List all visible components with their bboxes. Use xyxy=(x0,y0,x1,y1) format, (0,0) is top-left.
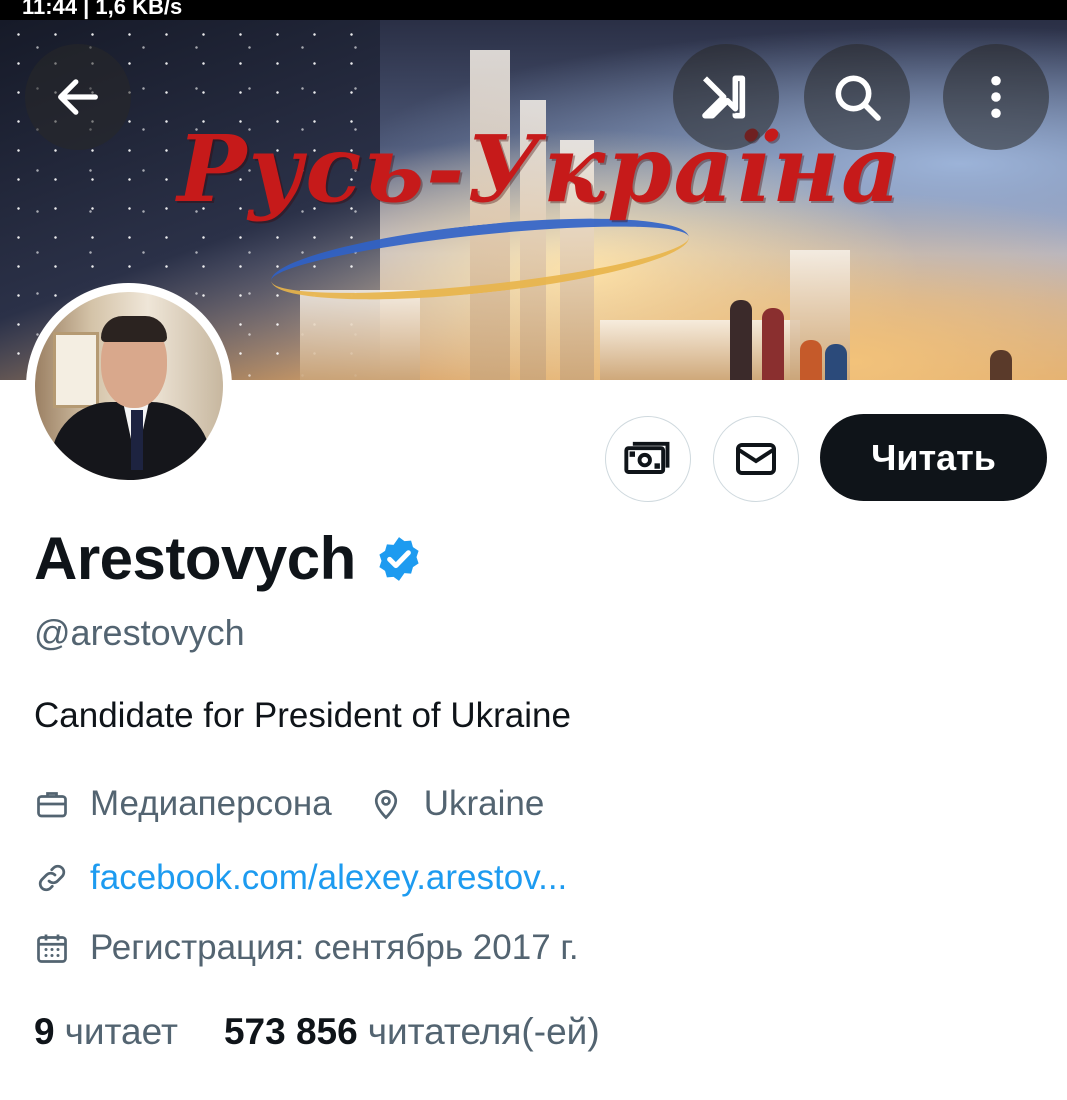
status-bar: 11:44 | 1,6 KB/s xyxy=(0,0,1067,20)
followers-link[interactable]: 573 856 читателя(-ей) xyxy=(224,1011,600,1053)
arrow-left-icon xyxy=(58,79,98,115)
avatar-photo xyxy=(35,292,223,480)
following-count: 9 xyxy=(34,1011,55,1052)
search-button[interactable] xyxy=(804,44,910,150)
followers-label: читателя(-ей) xyxy=(367,1011,600,1052)
more-vertical-icon xyxy=(991,75,1001,119)
category-label: Медиаперсона xyxy=(90,784,332,823)
status-bar-text: 11:44 | 1,6 KB/s xyxy=(22,0,183,19)
link-icon xyxy=(34,860,70,896)
subscribe-button[interactable] xyxy=(605,416,691,502)
briefcase-icon xyxy=(34,786,70,822)
name-row: Arestovych xyxy=(34,524,424,593)
website-row: facebook.com/alexey.arestov... xyxy=(34,858,567,898)
follow-counts: 9 читает 573 856 читателя(-ей) xyxy=(34,1011,600,1053)
following-label: читает xyxy=(64,1011,178,1052)
following-link[interactable]: 9 читает xyxy=(34,1011,178,1053)
joined-label: Регистрация: сентябрь 2017 г. xyxy=(90,928,579,967)
bio: Candidate for President of Ukraine xyxy=(34,696,571,735)
envelope-icon xyxy=(736,443,776,475)
location-pin-icon xyxy=(368,786,404,822)
display-name: Arestovych xyxy=(34,525,356,592)
money-icon xyxy=(624,441,670,474)
follow-button[interactable]: Читать xyxy=(820,414,1047,501)
more-button[interactable] xyxy=(943,44,1049,150)
website-link[interactable]: facebook.com/alexey.arestov... xyxy=(90,858,567,898)
back-button[interactable] xyxy=(25,44,131,150)
grok-button[interactable] xyxy=(673,44,779,150)
joined-row: Регистрация: сентябрь 2017 г. xyxy=(34,928,579,968)
profile-meta-row: Медиаперсона Ukraine xyxy=(34,784,544,824)
location-label: Ukraine xyxy=(423,784,545,823)
followers-count: 573 856 xyxy=(223,1011,358,1052)
search-icon xyxy=(835,75,881,121)
handle: @arestovych xyxy=(34,612,245,653)
calendar-icon xyxy=(34,930,70,966)
message-button[interactable] xyxy=(713,416,799,502)
avatar[interactable] xyxy=(26,283,232,489)
grok-icon xyxy=(702,75,746,119)
verified-badge-icon[interactable] xyxy=(374,534,424,584)
